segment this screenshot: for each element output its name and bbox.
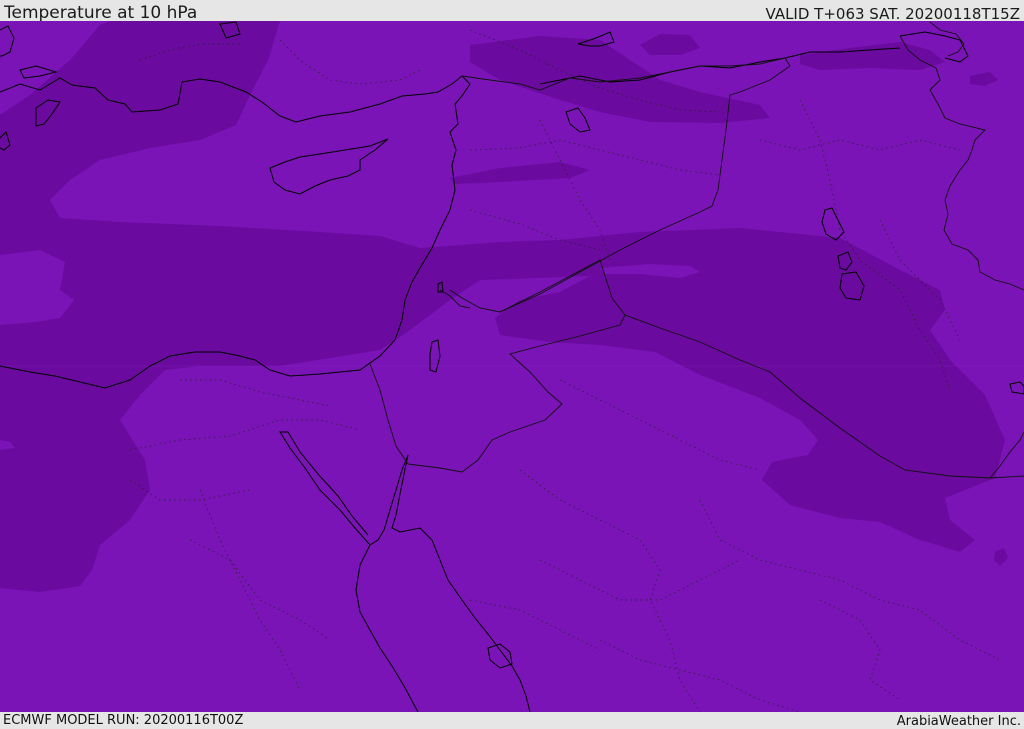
credit-label: ArabiaWeather Inc. (896, 714, 1021, 729)
map-title: Temperature at 10 hPa (4, 3, 198, 23)
model-run-label: ECMWF MODEL RUN: 20200116T00Z (3, 713, 244, 728)
footer-bar: ECMWF MODEL RUN: 20200116T00Z ArabiaWeat… (0, 712, 1024, 729)
header-bar: Temperature at 10 hPa VALID T+063 SAT. 2… (0, 0, 1024, 23)
map-panel[interactable] (0, 21, 1024, 712)
